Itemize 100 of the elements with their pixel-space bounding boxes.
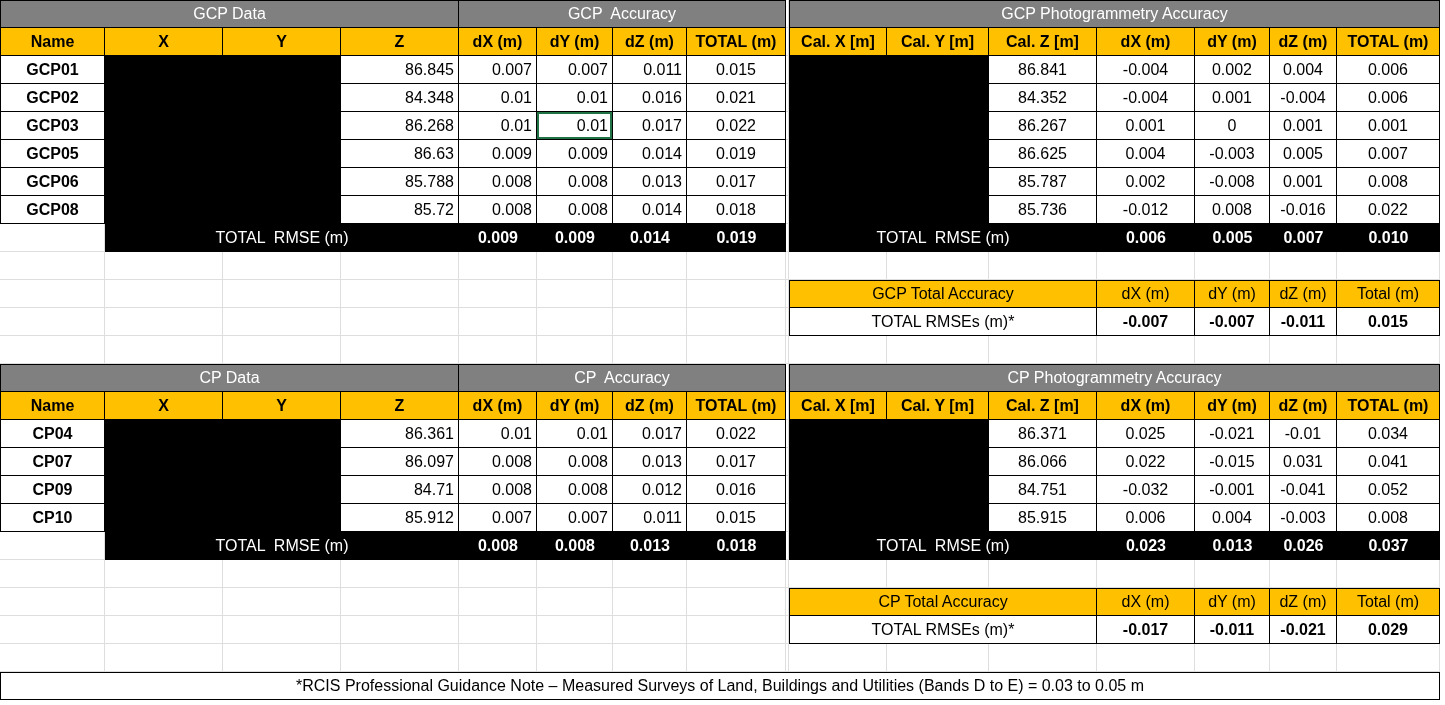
table-cell: 0: [1195, 112, 1270, 140]
table-cell: 0.052: [1337, 476, 1440, 504]
table-cell: -0.008: [1195, 168, 1270, 196]
table-cell[interactable]: 0.008: [459, 448, 537, 476]
table-cell: -0.004: [1270, 84, 1337, 112]
section-title: CP Data: [0, 364, 459, 392]
column-header: Cal. Y [m]: [887, 28, 989, 56]
table-cell[interactable]: 0.008: [459, 476, 537, 504]
table-cell: 86.63: [341, 140, 459, 168]
table-cell[interactable]: 0.009: [459, 140, 537, 168]
column-header: Total (m): [1337, 588, 1440, 616]
footnote: *RCIS Professional Guidance Note – Measured Surveys of Land, Buildings and Utilities (Bands D to E) = 0.03 to 0.05 m: [0, 672, 1440, 700]
table-cell[interactable]: 0.022: [687, 112, 786, 140]
total-value: 0.005: [1195, 224, 1270, 252]
table-cell[interactable]: 0.01: [537, 420, 613, 448]
summary-title: GCP Total Accuracy: [789, 280, 1097, 308]
section-title: GCP Data: [0, 0, 459, 28]
column-header: dZ (m): [1270, 280, 1337, 308]
total-value: 0.014: [613, 224, 687, 252]
table-cell[interactable]: 0.008: [459, 168, 537, 196]
total-value: 0.018: [687, 532, 786, 560]
table-cell[interactable]: 0.015: [687, 56, 786, 84]
table-cell[interactable]: 0.01: [537, 112, 613, 140]
column-header: dX (m): [1097, 280, 1195, 308]
total-value: 0.009: [537, 224, 613, 252]
table-cell: 0.004: [1097, 140, 1195, 168]
table-cell: 85.787: [989, 168, 1097, 196]
table-cell: 0.031: [1270, 448, 1337, 476]
section-title: GCP Photogrammetry Accuracy: [789, 0, 1440, 28]
table-cell: 86.845: [341, 56, 459, 84]
column-header: dZ (m): [613, 28, 687, 56]
column-header: Name: [0, 392, 105, 420]
column-header: dZ (m): [1270, 392, 1337, 420]
table-cell[interactable]: 0.009: [537, 140, 613, 168]
table-cell: 0.002: [1097, 168, 1195, 196]
table-cell[interactable]: 0.01: [459, 112, 537, 140]
total-value: 0.023: [1097, 532, 1195, 560]
table-cell: -0.004: [1097, 56, 1195, 84]
column-header: dY (m): [537, 392, 613, 420]
table-cell: 86.361: [341, 420, 459, 448]
table-cell: 0.041: [1337, 448, 1440, 476]
table-cell[interactable]: 0.017: [687, 168, 786, 196]
table-cell[interactable]: 0.016: [613, 84, 687, 112]
total-value: 0.007: [1270, 224, 1337, 252]
table-cell[interactable]: 0.011: [613, 56, 687, 84]
table-cell[interactable]: 0.008: [537, 448, 613, 476]
column-header: dZ (m): [1270, 28, 1337, 56]
summary-value: 0.015: [1337, 308, 1440, 336]
summary-label: TOTAL RMSEs (m)*: [789, 616, 1097, 644]
summary-title: CP Total Accuracy: [789, 588, 1097, 616]
table-cell[interactable]: 0.014: [613, 140, 687, 168]
total-value: 0.019: [687, 224, 786, 252]
column-header: dZ (m): [613, 392, 687, 420]
table-cell[interactable]: 0.01: [459, 84, 537, 112]
table-cell: 0.025: [1097, 420, 1195, 448]
column-header: Y: [223, 28, 341, 56]
column-header: dY (m): [537, 28, 613, 56]
table-cell: -0.004: [1097, 84, 1195, 112]
table-cell[interactable]: 0.01: [459, 420, 537, 448]
table-cell: 86.097: [341, 448, 459, 476]
table-cell[interactable]: 0.007: [537, 56, 613, 84]
table-cell[interactable]: 0.012: [613, 476, 687, 504]
column-header: dX (m): [1097, 392, 1195, 420]
table-cell[interactable]: 0.007: [459, 56, 537, 84]
summary-value: -0.011: [1270, 308, 1337, 336]
table-cell[interactable]: 0.017: [613, 112, 687, 140]
column-header: Cal. X [m]: [789, 28, 887, 56]
table-cell: -0.01: [1270, 420, 1337, 448]
column-header: Cal. Z [m]: [989, 28, 1097, 56]
table-cell[interactable]: 0.017: [613, 420, 687, 448]
table-cell: 86.371: [989, 420, 1097, 448]
table-cell: 86.267: [989, 112, 1097, 140]
table-cell[interactable]: 0.013: [613, 448, 687, 476]
table-cell[interactable]: 0.01: [537, 84, 613, 112]
column-header: X: [105, 28, 223, 56]
summary-value: -0.017: [1097, 616, 1195, 644]
total-value: 0.008: [459, 532, 537, 560]
table-cell[interactable]: 0.008: [537, 168, 613, 196]
total-label: TOTAL RMSE (m): [105, 532, 459, 560]
table-cell[interactable]: 0.021: [687, 84, 786, 112]
table-cell: -0.021: [1195, 420, 1270, 448]
table-cell[interactable]: 0.022: [687, 420, 786, 448]
column-header: dY (m): [1195, 280, 1270, 308]
empty-cell: [1270, 644, 1337, 672]
table-cell: 0.005: [1270, 140, 1337, 168]
total-value: 0.010: [1337, 224, 1440, 252]
column-header: dX (m): [459, 28, 537, 56]
total-label: TOTAL RMSE (m): [789, 224, 1097, 252]
table-cell[interactable]: 0.008: [537, 476, 613, 504]
table-cell: 84.71: [341, 476, 459, 504]
table-cell[interactable]: 0.013: [613, 168, 687, 196]
table-cell[interactable]: 0.017: [687, 448, 786, 476]
table-cell: 84.751: [989, 476, 1097, 504]
table-cell[interactable]: 0.016: [687, 476, 786, 504]
column-header: Z: [341, 28, 459, 56]
table-cell[interactable]: 0.019: [687, 140, 786, 168]
table-cell: 86.625: [989, 140, 1097, 168]
column-header: X: [105, 392, 223, 420]
column-header: Z: [341, 392, 459, 420]
table-cell: 0.001: [1097, 112, 1195, 140]
